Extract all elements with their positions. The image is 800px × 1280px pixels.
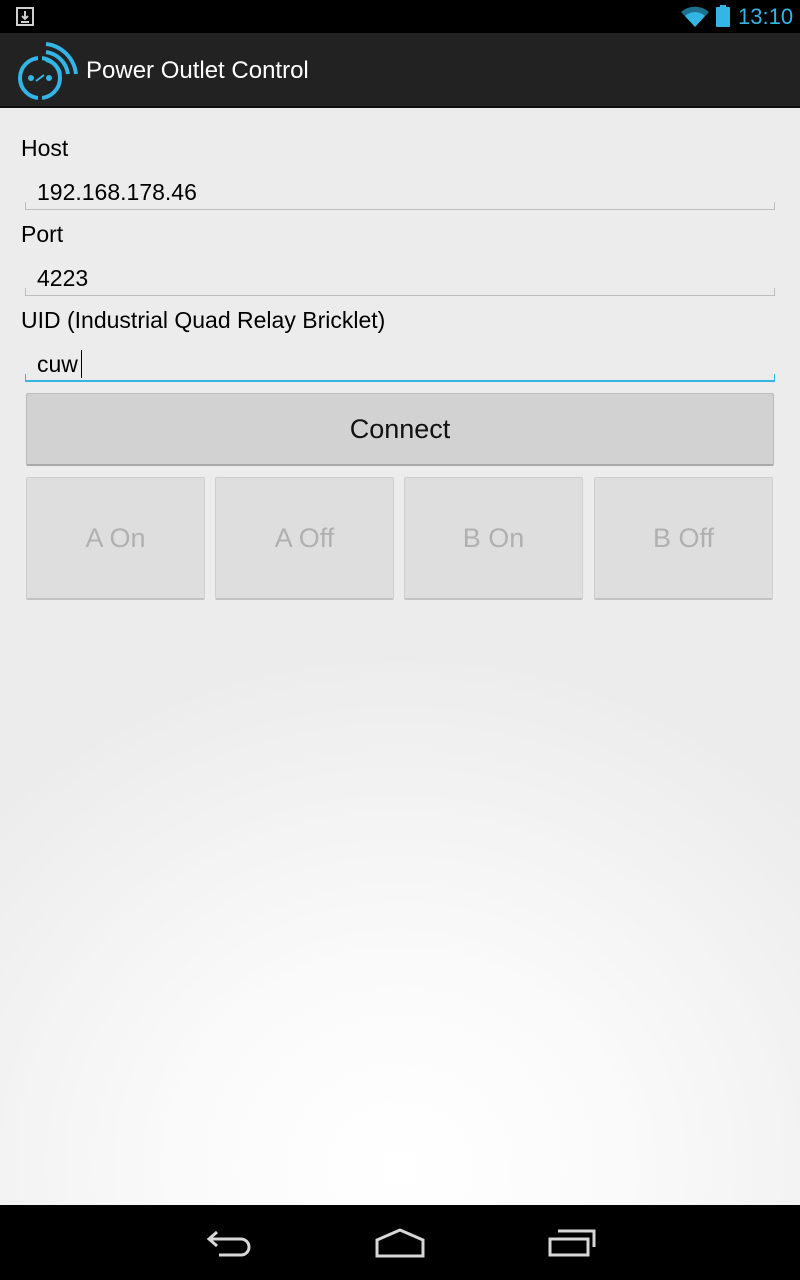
recent-apps-icon[interactable] — [546, 1227, 598, 1259]
a-on-button[interactable]: A On — [26, 477, 205, 600]
app-title: Power Outlet Control — [86, 57, 309, 84]
wifi-icon — [681, 6, 709, 27]
port-field[interactable]: 4223 — [25, 254, 775, 296]
host-field-underline — [25, 202, 775, 210]
power-outlet-wireless-icon[interactable] — [16, 38, 78, 100]
host-field[interactable]: 192.168.178.46 — [25, 168, 775, 210]
action-bar: Power Outlet Control — [0, 33, 800, 108]
port-label: Port — [21, 221, 64, 247]
b-on-button[interactable]: B On — [404, 477, 583, 600]
uid-field[interactable]: cuw — [25, 340, 775, 382]
host-label: Host — [21, 135, 69, 161]
b-off-button[interactable]: B Off — [594, 477, 773, 600]
uid-label: UID (Industrial Quad Relay Bricklet) — [21, 307, 386, 333]
home-icon[interactable] — [374, 1227, 426, 1259]
download-notification-icon — [16, 7, 34, 26]
navigation-bar — [0, 1205, 800, 1280]
battery-icon — [716, 5, 730, 27]
port-field-underline — [25, 288, 775, 296]
connect-button[interactable]: Connect — [26, 393, 774, 466]
a-off-button[interactable]: A Off — [215, 477, 394, 600]
status-clock: 13:10 — [738, 4, 794, 29]
main-content: Host 192.168.178.46 Port 4223 UID (Indus… — [0, 108, 800, 1205]
back-icon[interactable] — [205, 1227, 255, 1259]
status-bar: 13:10 — [0, 0, 800, 33]
uid-field-underline — [25, 374, 775, 382]
